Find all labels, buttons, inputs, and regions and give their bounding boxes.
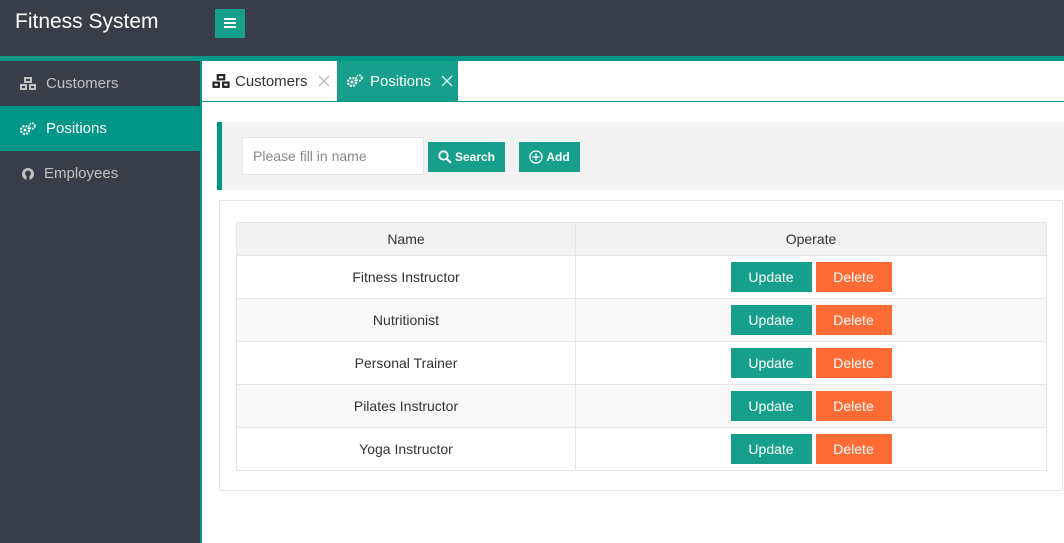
sidebar-item-label: Positions <box>46 120 107 137</box>
table-row: Yoga Instructor Update Delete <box>236 427 1047 471</box>
delete-button[interactable]: Delete <box>815 391 892 421</box>
menu-toggle-button[interactable] <box>215 9 245 38</box>
cubes-icon <box>20 76 36 92</box>
position-name-cell: Yoga Instructor <box>236 427 576 471</box>
github-icon <box>20 166 36 182</box>
delete-button[interactable]: Delete <box>815 348 892 378</box>
search-button-label: Search <box>454 150 496 164</box>
position-name-cell: Pilates Instructor <box>236 384 576 428</box>
table-row: Personal Trainer Update Delete <box>236 341 1047 385</box>
delete-button[interactable]: Delete <box>815 434 892 464</box>
add-button-label: Add <box>546 150 570 164</box>
table-row: Fitness Instructor Update Delete <box>236 255 1047 299</box>
close-icon[interactable] <box>318 75 330 87</box>
sidebar-item-customers[interactable]: Customers <box>0 61 200 106</box>
table-row: Nutritionist Update Delete <box>236 298 1047 342</box>
search-button[interactable]: Search <box>428 142 505 172</box>
hamburger-icon <box>224 16 236 31</box>
sidebar-item-positions[interactable]: Positions <box>0 106 200 151</box>
positions-table: Name Operate Fitness Instructor Update D… <box>236 222 1047 471</box>
sidebar-item-label: Employees <box>44 165 119 182</box>
tab-customers[interactable]: Customers <box>202 61 337 101</box>
update-button[interactable]: Update <box>730 305 812 335</box>
sidebar-item-label: Customers <box>46 75 119 92</box>
position-name-cell: Personal Trainer <box>236 341 576 385</box>
tab-label: Customers <box>235 72 308 90</box>
search-input[interactable] <box>242 137 424 175</box>
sidebar-item-employees[interactable]: Employees <box>0 151 200 196</box>
tab-positions[interactable]: Positions <box>337 61 458 101</box>
top-header: Fitness System <box>0 0 1064 56</box>
app-title: Fitness System <box>15 10 159 33</box>
update-button[interactable]: Update <box>730 434 812 464</box>
tab-bar: Customers Positions <box>202 61 1064 102</box>
positions-table-card: Name Operate Fitness Instructor Update D… <box>219 200 1063 491</box>
cubes-icon <box>212 73 230 89</box>
operate-cell: Update Delete <box>575 298 1047 342</box>
search-toolbar: Search Add <box>217 122 1064 190</box>
delete-button[interactable]: Delete <box>815 262 892 292</box>
add-button[interactable]: Add <box>519 142 580 172</box>
cogs-icon <box>347 73 365 89</box>
operate-cell: Update Delete <box>575 341 1047 385</box>
operate-cell: Update Delete <box>575 384 1047 428</box>
search-icon <box>438 150 452 164</box>
operate-cell: Update Delete <box>575 255 1047 299</box>
column-header-name: Name <box>236 222 576 256</box>
close-icon[interactable] <box>441 75 453 87</box>
table-row: Pilates Instructor Update Delete <box>236 384 1047 428</box>
update-button[interactable]: Update <box>730 262 812 292</box>
table-header-row: Name Operate <box>236 222 1047 256</box>
position-name-cell: Fitness Instructor <box>236 255 576 299</box>
add-circle-icon <box>529 150 543 164</box>
delete-button[interactable]: Delete <box>815 305 892 335</box>
sidebar: Customers Positions Employees <box>0 61 200 543</box>
update-button[interactable]: Update <box>730 391 812 421</box>
column-header-operate: Operate <box>575 222 1047 256</box>
update-button[interactable]: Update <box>730 348 812 378</box>
position-name-cell: Nutritionist <box>236 298 576 342</box>
cogs-icon <box>20 121 36 137</box>
operate-cell: Update Delete <box>575 427 1047 471</box>
tab-label: Positions <box>370 72 431 90</box>
sidebar-divider <box>200 61 202 543</box>
